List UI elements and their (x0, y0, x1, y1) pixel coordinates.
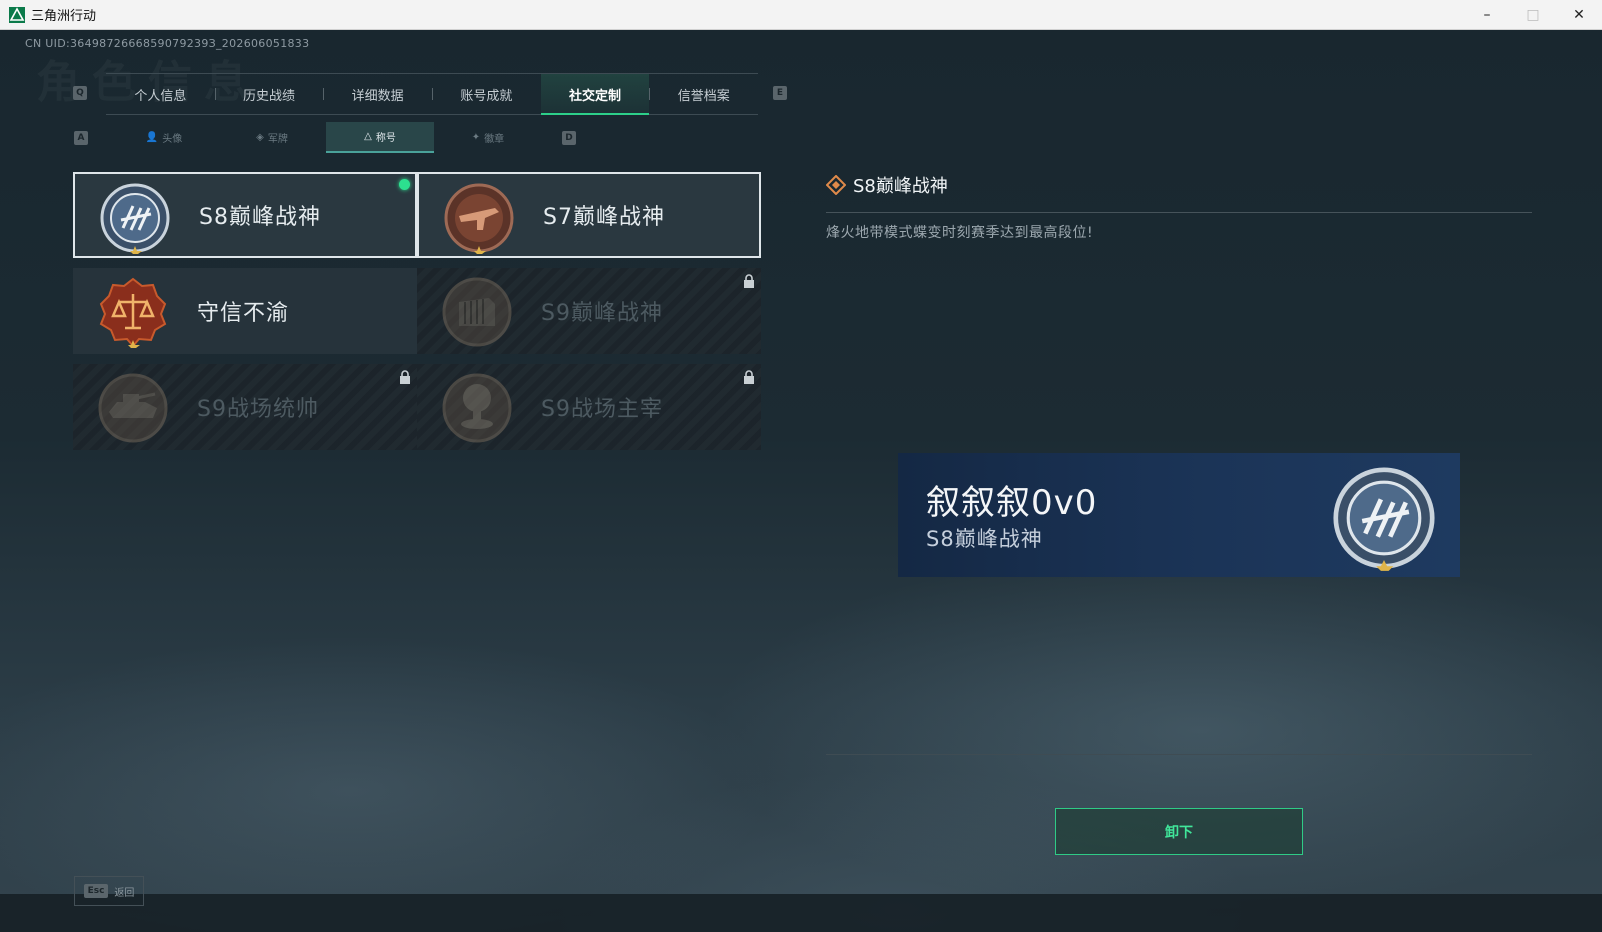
player-name: 叙叙叙0v0 (926, 483, 1098, 523)
dogtag-icon: ◈ (256, 132, 264, 143)
namecard-title: S8巅峰战神 (926, 527, 1043, 551)
window-title: 三角洲行动 (31, 9, 97, 24)
subtab-dogtag[interactable]: ◈ 军牌 (218, 122, 326, 153)
title-card-label: S9巅峰战神 (541, 301, 663, 326)
title-card-label: 守信不渝 (197, 301, 290, 326)
player-uid: CN UID:3649872666859079239З_202606051833 (25, 37, 310, 50)
badge-icon: ✦ (471, 132, 481, 143)
lock-icon (744, 370, 754, 384)
equipped-indicator (399, 179, 410, 190)
subtab-title-label: 称号 (375, 133, 396, 144)
lock-icon (744, 274, 754, 288)
explosion-emblem-icon (442, 373, 512, 443)
divider (826, 212, 1532, 213)
title-card-label: S7巅峰战神 (543, 205, 665, 230)
tab-detailed-stats[interactable]: 详细数据 (323, 74, 432, 114)
lock-icon (400, 370, 410, 384)
minimize-button[interactable]: – (1464, 0, 1510, 30)
app-logo-icon (9, 6, 25, 23)
footer-bar (0, 894, 1602, 932)
title-icon: △ (364, 131, 372, 142)
subtab-avatar[interactable]: 👤 头像 (110, 122, 218, 153)
maximize-button[interactable]: □ (1510, 0, 1556, 30)
title-card-label: S9战场统帅 (197, 397, 319, 422)
key-hint-prev-subtab[interactable]: A (74, 131, 88, 145)
tab-match-history[interactable]: 历史战绩 (214, 74, 324, 114)
detail-description: 烽火地带模式蝶变时刻赛季达到最高段位! (826, 225, 1094, 241)
subtab-badge[interactable]: ✦ 徽章 (434, 122, 542, 153)
scales-emblem-icon (99, 277, 167, 348)
esc-key-hint: Esc (83, 884, 109, 898)
subtab-dogtag-label: 军牌 (267, 134, 288, 145)
close-button[interactable]: ✕ (1556, 0, 1602, 30)
key-hint-prev-tab[interactable]: Q (73, 86, 87, 100)
tab-achievements[interactable]: 账号成就 (432, 74, 541, 114)
tab-reputation[interactable]: 信誉档案 (649, 74, 758, 114)
key-hint-next-tab[interactable]: E (773, 86, 787, 100)
tab-personal-info[interactable]: 个人信息 (106, 74, 215, 114)
title-card-label: S9战场主宰 (541, 397, 663, 422)
back-label: 返回 (114, 887, 135, 899)
main-tabs: 个人信息 历史战绩 详细数据 账号成就 社交定制 信誉档案 (106, 73, 758, 115)
s9-emblem-icon (442, 277, 512, 347)
title-card-label: S8巅峰战神 (199, 205, 321, 230)
title-card-s9-commander[interactable]: S9战场统帅 (73, 364, 417, 450)
title-card-s9-peak[interactable]: S9巅峰战神 (417, 268, 761, 354)
title-card-trustworthy[interactable]: 守信不渝 (73, 268, 417, 354)
s8-emblem-icon (1333, 467, 1435, 571)
tab-social-customization[interactable]: 社交定制 (540, 74, 650, 115)
title-card-s7-peak[interactable]: S7巅峰战神 (417, 172, 761, 258)
subtab-badge-label: 徽章 (484, 134, 505, 145)
game-viewport: 角色信息 CN UID:3649872666859079239З_2026060… (0, 30, 1602, 932)
back-button[interactable]: Esc 返回 (74, 876, 144, 906)
subtab-title[interactable]: △ 称号 (326, 122, 434, 153)
diamond-icon (826, 175, 846, 195)
sub-tabs: 👤 头像 ◈ 军牌 △ 称号 ✦ 徽章 (110, 122, 542, 153)
title-card-s8-peak[interactable]: S8巅峰战神 (73, 172, 417, 258)
tank-emblem-icon (98, 373, 168, 443)
divider (826, 754, 1532, 755)
namecard-preview: 叙叙叙0v0 S8巅峰战神 (898, 453, 1460, 577)
s7-emblem-icon (444, 183, 514, 254)
key-hint-next-subtab[interactable]: D (562, 131, 576, 145)
title-card-s9-dominator[interactable]: S9战场主宰 (417, 364, 761, 450)
s8-emblem-icon (100, 183, 170, 254)
detail-title: S8巅峰战神 (826, 172, 948, 198)
subtab-avatar-label: 头像 (162, 134, 183, 145)
window-titlebar: 三角洲行动 – □ ✕ (0, 0, 1602, 30)
detail-title-text: S8巅峰战神 (853, 176, 948, 197)
person-icon: 👤 (145, 132, 159, 143)
unequip-button[interactable]: 卸下 (1055, 808, 1303, 855)
